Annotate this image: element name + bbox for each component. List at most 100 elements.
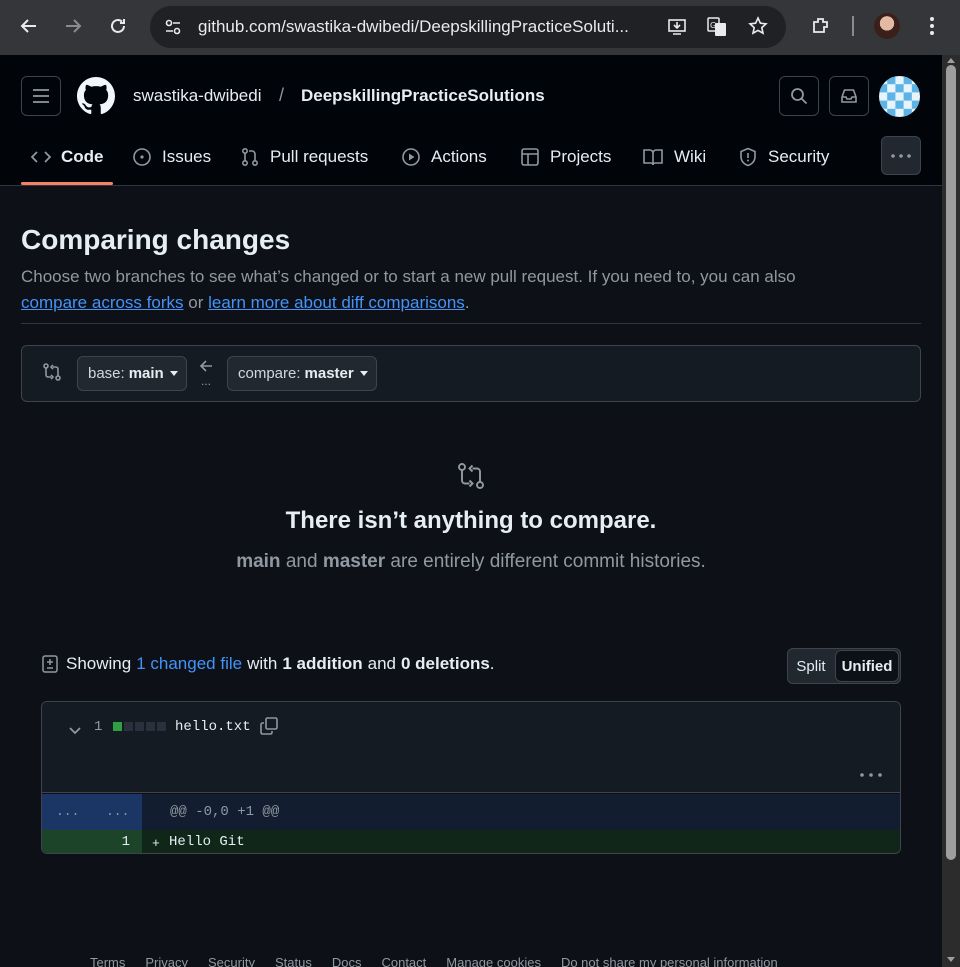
- scroll-up-arrow-icon[interactable]: [947, 58, 955, 63]
- browser-toolbar: github.com/swastika-dwibedi/Deepskilling…: [0, 0, 960, 55]
- caret-down-icon: [169, 371, 178, 376]
- tab-label: Security: [768, 147, 830, 166]
- message-rest: are entirely different commit histories.: [390, 551, 706, 572]
- unified-view-button[interactable]: Unified: [835, 650, 899, 682]
- file-diff: 1 hello.txt ... ... @@ -0,0 +1 @@ 1 + He…: [41, 701, 901, 854]
- table-icon: [521, 148, 539, 166]
- hunk-header-text: @@ -0,0 +1 @@: [170, 804, 280, 820]
- file-options-icon[interactable]: [860, 764, 882, 782]
- base-branch-name: main: [128, 365, 164, 382]
- install-app-icon[interactable]: [667, 17, 687, 42]
- user-avatar[interactable]: [879, 76, 920, 117]
- repo-owner-link[interactable]: swastika-dwibedi: [133, 86, 262, 106]
- tab-pull-requests[interactable]: Pull requests: [240, 145, 368, 169]
- compare-branch-select[interactable]: compare: master: [227, 356, 377, 391]
- diffstat-block: [124, 722, 133, 731]
- range-dots: ...: [201, 374, 212, 388]
- learn-diff-comparisons-link[interactable]: learn more about diff comparisons: [208, 293, 465, 312]
- footer-link-do-not-share[interactable]: Do not share my personal information: [561, 955, 778, 967]
- chevron-down-icon[interactable]: [68, 723, 82, 741]
- changed-files-link[interactable]: 1 changed file: [136, 654, 242, 674]
- deletions-count: 0 deletions: [400, 654, 490, 673]
- description-or: or: [188, 293, 204, 312]
- diff-icon: [42, 655, 58, 673]
- split-view-button[interactable]: Split: [788, 658, 834, 675]
- branch-range-editor: base: main ... compare: master: [21, 345, 921, 402]
- extensions-icon[interactable]: [810, 15, 832, 42]
- footer-link-privacy[interactable]: Privacy: [145, 955, 188, 967]
- translate-icon[interactable]: G: [706, 16, 728, 43]
- change-count: 1: [94, 719, 103, 735]
- additions-count: 1 addition: [282, 654, 363, 673]
- play-icon: [402, 148, 420, 166]
- base-branch-select[interactable]: base: main: [77, 356, 187, 391]
- tab-code[interactable]: Code: [31, 145, 104, 169]
- compare-branch-name: master: [304, 365, 354, 382]
- diffstat: [113, 722, 166, 731]
- line-number: 1: [121, 834, 130, 850]
- diffstat-block: [135, 722, 144, 731]
- hunk-left: ...: [56, 804, 80, 819]
- search-icon: [791, 88, 808, 105]
- kebab-horizontal-icon: [891, 153, 911, 158]
- message-and: and: [285, 551, 318, 572]
- hamburger-menu-button[interactable]: [21, 76, 61, 116]
- hamburger-icon: [33, 89, 49, 103]
- repo-name-link[interactable]: DeepskillingPracticeSolutions: [301, 86, 545, 106]
- line-number-gutter[interactable]: 1: [42, 830, 142, 853]
- compare-across-forks-link[interactable]: compare across forks: [21, 293, 184, 312]
- inbox-button[interactable]: [829, 76, 869, 116]
- shield-icon: [740, 147, 756, 167]
- footer-link-contact[interactable]: Contact: [381, 955, 426, 967]
- toc-with: with: [247, 654, 278, 673]
- diffstat-block: [146, 722, 155, 731]
- footer-link-security[interactable]: Security: [208, 955, 255, 967]
- issue-icon: [133, 148, 151, 166]
- tab-security[interactable]: Security: [738, 145, 829, 169]
- copy-icon[interactable]: [259, 716, 279, 741]
- browser-menu-icon[interactable]: [930, 16, 934, 41]
- scroll-down-arrow-icon[interactable]: [947, 957, 955, 962]
- tab-issues[interactable]: Issues: [132, 145, 211, 169]
- url-text: github.com/swastika-dwibedi/Deepskilling…: [198, 17, 629, 36]
- reload-icon[interactable]: [106, 14, 130, 38]
- toc-and: and: [367, 654, 396, 673]
- address-bar[interactable]: github.com/swastika-dwibedi/Deepskilling…: [150, 6, 786, 48]
- more-tabs-button[interactable]: [881, 136, 921, 175]
- file-header: 1 hello.txt: [42, 702, 900, 793]
- tab-label: Pull requests: [270, 147, 369, 166]
- footer-link-cookies[interactable]: Manage cookies: [446, 955, 541, 967]
- compare-label: compare:: [238, 365, 301, 382]
- bookmark-star-icon[interactable]: [748, 16, 768, 41]
- footer-link-docs[interactable]: Docs: [332, 955, 362, 967]
- search-button[interactable]: [779, 76, 819, 116]
- back-arrow-icon[interactable]: [17, 14, 41, 38]
- git-compare-large-icon: [456, 461, 486, 496]
- hunk-expander[interactable]: ... ...: [42, 794, 142, 830]
- footer-link-terms[interactable]: Terms: [90, 955, 125, 967]
- footer-link-status[interactable]: Status: [275, 955, 312, 967]
- tab-actions[interactable]: Actions: [401, 145, 487, 169]
- book-icon: [643, 149, 663, 166]
- blankslate-message: main and master are entirely different c…: [0, 551, 942, 573]
- forward-arrow-icon[interactable]: [61, 14, 85, 38]
- tab-label: Issues: [162, 147, 212, 166]
- git-compare-icon: [42, 362, 62, 387]
- footer-links: Terms Privacy Security Status Docs Conta…: [90, 955, 778, 967]
- code-icon: [31, 151, 51, 163]
- description-end: .: [464, 293, 470, 312]
- tab-wiki[interactable]: Wiki: [642, 145, 706, 169]
- scrollbar[interactable]: [942, 55, 960, 967]
- profile-avatar[interactable]: [874, 13, 900, 39]
- github-logo-icon[interactable]: [77, 77, 115, 120]
- tab-projects[interactable]: Projects: [520, 145, 611, 169]
- base-label: base:: [88, 365, 125, 382]
- diff-line-addition: 1 + Hello Git: [42, 830, 900, 853]
- pull-request-icon: [241, 147, 259, 167]
- site-settings-icon[interactable]: [164, 18, 182, 41]
- toc-period: .: [489, 654, 495, 673]
- hunk-right: ...: [106, 804, 130, 819]
- svg-text:G: G: [710, 21, 716, 30]
- scrollbar-thumb[interactable]: [946, 65, 956, 860]
- file-name-link[interactable]: hello.txt: [175, 719, 251, 735]
